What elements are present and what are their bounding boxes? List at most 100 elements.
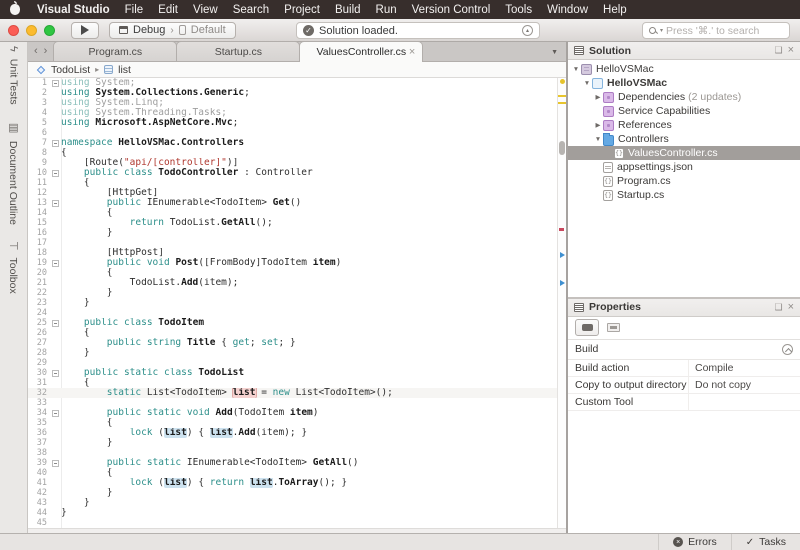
fold-toggle-icon[interactable] xyxy=(52,170,59,177)
tab-list-dropdown-icon[interactable]: ▼ xyxy=(551,49,558,56)
code-text: using System.Collections.Generic; xyxy=(61,88,557,98)
tab-startup-cs[interactable]: Startup.cs xyxy=(176,41,300,61)
errors-button[interactable]: × Errors xyxy=(658,534,731,550)
tree-item-service-capabilities[interactable]: Service Capabilities xyxy=(568,104,800,118)
code-editor[interactable]: 1using System;2using System.Collections.… xyxy=(28,78,566,528)
tree-item-references[interactable]: ▶References xyxy=(568,118,800,132)
build-group-header[interactable]: Build xyxy=(568,340,800,360)
code-text: public class TodoItem xyxy=(61,318,557,328)
tasks-button[interactable]: ✓ Tasks xyxy=(731,534,800,550)
fold-toggle-icon[interactable] xyxy=(52,460,59,467)
tree-item-valuescontroller-cs[interactable]: ValuesController.cs xyxy=(568,146,800,160)
progress-icon: ▴ xyxy=(522,25,533,36)
menubar-item-help[interactable]: Help xyxy=(603,4,627,16)
dock-panel-icon[interactable]: ❑ xyxy=(774,303,782,312)
tree-expander-icon[interactable]: ▶ xyxy=(593,93,603,101)
menubar-item-build[interactable]: Build xyxy=(335,4,361,16)
property-value[interactable] xyxy=(688,394,793,410)
code-line: 45 xyxy=(28,518,557,528)
fold-column xyxy=(50,410,61,417)
tree-item-hellovsmac[interactable]: ▼HelloVSMac xyxy=(568,62,800,76)
fold-toggle-icon[interactable] xyxy=(52,410,59,417)
csfile-icon xyxy=(603,176,613,187)
breadcrumb-member[interactable]: list xyxy=(118,64,131,76)
code-text: { xyxy=(61,268,557,278)
line-number: 20 xyxy=(28,268,50,278)
tree-item-startup-cs[interactable]: Startup.cs xyxy=(568,188,800,202)
category-view-button[interactable] xyxy=(575,319,599,336)
minimize-window-button[interactable] xyxy=(26,25,37,36)
fold-column xyxy=(50,170,61,177)
tree-item-program-cs[interactable]: Program.cs xyxy=(568,174,800,188)
fold-toggle-icon[interactable] xyxy=(52,140,59,147)
apple-menu-icon[interactable] xyxy=(10,4,20,15)
breadcrumb-type[interactable]: TodoList xyxy=(51,64,90,76)
dock-panel-icon[interactable]: ❑ xyxy=(774,46,782,55)
editor-column: ‹ › Program.cs Startup.cs ValuesControll… xyxy=(28,42,566,533)
line-number: 28 xyxy=(28,348,50,358)
line-number: 8 xyxy=(28,148,50,158)
search-field[interactable]: ▾ Press '⌘.' to search xyxy=(642,22,790,39)
run-button[interactable] xyxy=(71,22,99,39)
zoom-window-button[interactable] xyxy=(44,25,55,36)
menubar-item-project[interactable]: Project xyxy=(284,4,320,16)
fold-toggle-icon[interactable] xyxy=(52,80,59,87)
menubar-item-run[interactable]: Run xyxy=(376,4,397,16)
configuration-selector[interactable]: Debug › Default xyxy=(109,22,236,39)
property-value[interactable]: Compile xyxy=(688,360,793,376)
tab-valuescontroller-cs[interactable]: ValuesController.cs × xyxy=(299,41,423,62)
menubar-item-file[interactable]: File xyxy=(125,4,144,16)
menubar-item-version-control[interactable]: Version Control xyxy=(412,4,491,16)
sidebar-item-document-outline[interactable]: ▤ Document Outline xyxy=(7,121,20,225)
collapse-group-icon[interactable] xyxy=(782,344,793,355)
alphabetical-view-button[interactable] xyxy=(607,323,620,332)
tree-item-controllers[interactable]: ▼ Controllers xyxy=(568,132,800,146)
breadcrumb-separator-icon: ▸ xyxy=(95,65,99,74)
code-line: 34 public static void Add(TodoItem item) xyxy=(28,408,557,418)
close-tab-icon[interactable]: × xyxy=(409,46,415,58)
tab-program-cs[interactable]: Program.cs xyxy=(53,41,177,61)
menubar-item-visual-studio[interactable]: Visual Studio xyxy=(37,4,110,16)
fold-toggle-icon[interactable] xyxy=(52,200,59,207)
fold-toggle-icon[interactable] xyxy=(52,260,59,267)
menubar-item-tools[interactable]: Tools xyxy=(505,4,532,16)
tree-item-hellovsmac[interactable]: ▼HelloVSMac xyxy=(568,76,800,90)
tree-expander-icon[interactable]: ▶ xyxy=(593,121,603,129)
fold-toggle-icon[interactable] xyxy=(52,320,59,327)
menubar-item-view[interactable]: View xyxy=(193,4,218,16)
tree-expander-icon[interactable]: ▼ xyxy=(593,136,603,143)
code-text: public static class TodoList xyxy=(61,368,557,378)
sidebar-item-toolbox[interactable]: ⊤ Toolbox xyxy=(7,241,20,294)
fold-toggle-icon[interactable] xyxy=(52,370,59,377)
close-panel-icon[interactable]: × xyxy=(788,46,794,55)
tree-item-label: Controllers xyxy=(618,133,669,145)
menubar-item-search[interactable]: Search xyxy=(233,4,269,16)
tree-expander-icon[interactable]: ▼ xyxy=(582,80,592,87)
menubar-item-window[interactable]: Window xyxy=(547,4,588,16)
tree-expander-icon[interactable]: ▼ xyxy=(571,66,581,73)
line-number: 4 xyxy=(28,108,50,118)
code-line: 8{ xyxy=(28,148,557,158)
navigate-back-icon[interactable]: ‹ xyxy=(34,42,38,60)
line-number: 12 xyxy=(28,188,50,198)
navigate-forward-icon[interactable]: › xyxy=(44,42,48,60)
tree-item-label: Startup.cs xyxy=(617,189,664,201)
overview-ruler[interactable] xyxy=(557,78,566,528)
folder-icon xyxy=(603,135,614,146)
lightning-icon: ϟ xyxy=(8,46,20,52)
property-value[interactable]: Do not copy xyxy=(688,377,793,393)
tree-item-appsettings-json[interactable]: appsettings.json xyxy=(568,160,800,174)
close-panel-icon[interactable]: × xyxy=(788,303,794,312)
tree-item-dependencies[interactable]: ▶Dependencies(2 updates) xyxy=(568,90,800,104)
code-text: } xyxy=(61,298,557,308)
toolbar: Debug › Default ✓ Solution loaded. ▴ ▾ P… xyxy=(0,19,800,42)
code-line: 1using System; xyxy=(28,78,557,88)
line-number: 44 xyxy=(28,508,50,518)
close-window-button[interactable] xyxy=(8,25,19,36)
code-line: 38 xyxy=(28,448,557,458)
line-number: 19 xyxy=(28,258,50,268)
line-number: 37 xyxy=(28,438,50,448)
menubar-item-edit[interactable]: Edit xyxy=(158,4,178,16)
scrollbar-thumb[interactable] xyxy=(559,141,565,155)
sidebar-item-unit-tests[interactable]: ϟ Unit Tests xyxy=(8,46,20,105)
